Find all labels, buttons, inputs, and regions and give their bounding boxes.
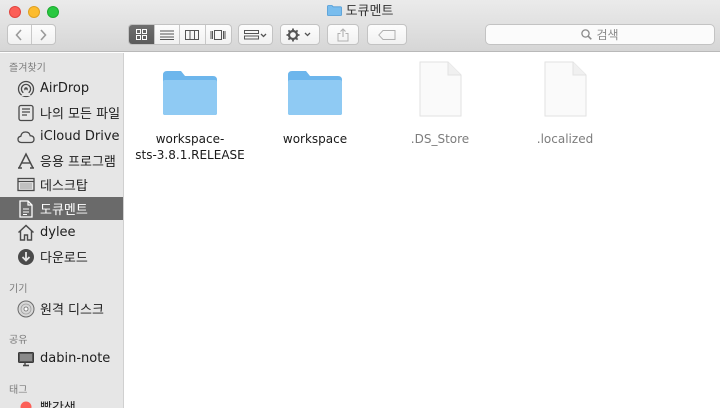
arrange-icon: [243, 29, 266, 39]
search-icon: [581, 29, 593, 40]
blank-document-icon: [544, 61, 587, 117]
sidebar-heading-tags: 태그: [9, 385, 28, 396]
computer-icon: [17, 350, 35, 368]
downloads-icon: [17, 248, 35, 266]
sidebar-item-airdrop[interactable]: AirDrop: [0, 77, 123, 100]
chevron-right-icon: [40, 28, 47, 41]
column-view-icon: [185, 29, 200, 40]
sidebar-item-label: 원격 디스크: [40, 303, 104, 318]
sidebar-item-all-files[interactable]: 나의 모든 파일: [0, 101, 123, 124]
red-tag-icon: [17, 398, 35, 408]
sidebar-item-label: 빨간색: [40, 397, 76, 408]
desktop-icon: [17, 176, 35, 194]
sidebar-heading-shared: 공유: [9, 335, 28, 346]
applications-icon: [17, 151, 35, 170]
sidebar-item-label: AirDrop: [40, 81, 90, 96]
file-item-ds-store[interactable]: .DS_Store: [380, 61, 500, 147]
gallery-view-button[interactable]: [206, 25, 231, 44]
icon-view-button[interactable]: [129, 25, 155, 44]
edit-tags-button[interactable]: [367, 24, 407, 45]
sidebar-item-applications[interactable]: 응용 프로그램: [0, 149, 123, 172]
sidebar-item-tag-red[interactable]: 빨간색: [0, 395, 123, 408]
folder-icon: [163, 71, 217, 115]
sidebar-item-remote-disc[interactable]: 원격 디스크: [0, 297, 123, 320]
sidebar-item-icloud-drive[interactable]: iCloud Drive: [0, 125, 123, 148]
list-view-icon: [159, 30, 174, 40]
folder-icon: [288, 71, 342, 115]
sidebar-heading-devices: 기기: [9, 284, 28, 295]
tag-icon: [378, 29, 396, 40]
sidebar-item-label: iCloud Drive: [40, 129, 120, 144]
sidebar-item-desktop[interactable]: 데스크탑: [0, 173, 123, 196]
list-view-button[interactable]: [155, 25, 180, 44]
file-item-workspace-sts[interactable]: workspace-sts-3.8.1.RELEASE: [130, 65, 250, 163]
chevron-left-icon: [15, 28, 22, 41]
blank-document-icon: [419, 61, 462, 117]
all-files-icon: [17, 104, 35, 122]
airdrop-icon: [17, 80, 35, 98]
file-name: .localized: [536, 132, 594, 146]
share-button[interactable]: [327, 24, 359, 45]
sidebar-item-label: 데스크탑: [40, 179, 88, 194]
back-forward-control: [7, 24, 56, 45]
gear-icon: [286, 28, 311, 41]
sidebar-heading-favorites: 즐겨찾기: [9, 63, 46, 74]
sidebar-item-label: 도큐멘트: [40, 203, 88, 218]
documents-icon: [17, 199, 35, 218]
share-icon: [337, 27, 349, 41]
file-name: workspace: [282, 132, 348, 146]
back-button[interactable]: [8, 25, 32, 44]
cloud-icon: [17, 128, 35, 146]
sidebar-item-downloads[interactable]: 다운로드: [0, 245, 123, 268]
file-item-localized[interactable]: .localized: [505, 61, 625, 147]
arrange-button[interactable]: [238, 24, 273, 45]
window-title-text: 도큐멘트: [345, 4, 394, 19]
sidebar-item-dabin-note[interactable]: dabin-note: [0, 347, 123, 370]
sidebar-item-label: 다운로드: [40, 251, 88, 266]
view-mode-control: [128, 24, 232, 45]
action-menu-button[interactable]: [280, 24, 320, 45]
sidebar-item-label: dylee: [40, 225, 76, 240]
column-view-button[interactable]: [180, 25, 206, 44]
search-placeholder: 검색: [596, 28, 619, 42]
home-icon: [17, 224, 35, 242]
sidebar-item-label: 응용 프로그램: [40, 155, 116, 170]
sidebar: 즐겨찾기 AirDrop 나의 모든 파일 iCloud Drive 응용 프로…: [0, 53, 124, 408]
forward-button[interactable]: [32, 25, 55, 44]
icon-view-icon: [135, 29, 147, 40]
gallery-view-icon: [210, 29, 226, 40]
file-name: .DS_Store: [410, 132, 470, 146]
search-input[interactable]: 검색: [485, 24, 715, 45]
sidebar-item-documents[interactable]: 도큐멘트: [0, 197, 123, 220]
sidebar-item-home[interactable]: dylee: [0, 221, 123, 244]
disc-icon: [17, 300, 35, 318]
file-name: workspace-sts-3.8.1.RELEASE: [135, 132, 245, 162]
folder-icon: [326, 5, 342, 16]
sidebar-item-label: dabin-note: [40, 351, 111, 366]
sidebar-item-label: 나의 모든 파일: [40, 107, 121, 122]
window-title: 도큐멘트: [0, 4, 720, 20]
file-browser: workspace-sts-3.8.1.RELEASE workspace .D…: [125, 53, 720, 408]
file-item-workspace[interactable]: workspace: [255, 65, 375, 147]
title-bar: 도큐멘트 검색: [0, 0, 720, 52]
